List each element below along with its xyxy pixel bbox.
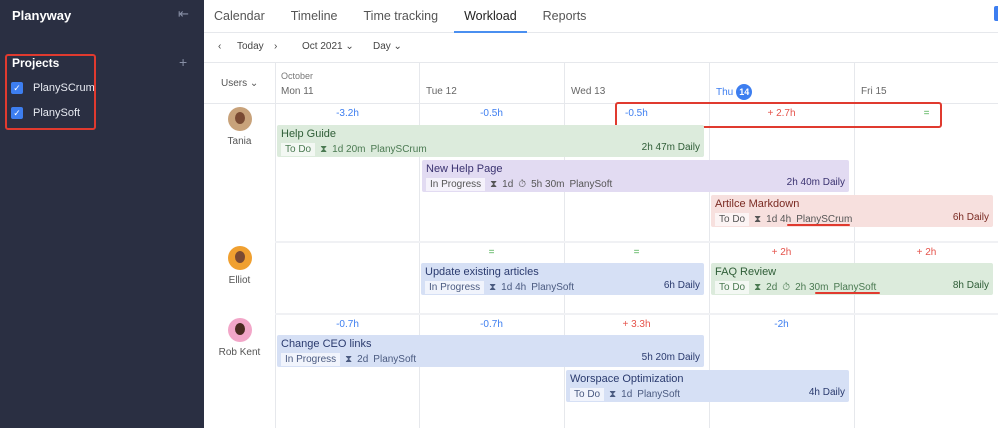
task-title: Change CEO links bbox=[281, 338, 372, 350]
avatar bbox=[227, 246, 252, 270]
action-button[interactable] bbox=[994, 6, 998, 21]
today-button[interactable]: Today bbox=[237, 41, 264, 52]
task-title: FAQ Review bbox=[715, 266, 777, 278]
toolbar: ‹ Today › Oct 2021 ⌄ Day ⌄ bbox=[204, 33, 998, 63]
user-tania: Tania bbox=[204, 107, 275, 147]
status-badge: To Do bbox=[570, 388, 605, 401]
tab-workload[interactable]: Workload bbox=[454, 0, 527, 33]
task-help-guide[interactable]: Help Guide To Do ⧗ 1d 20m PlanySCrum 2h 47m… bbox=[277, 125, 704, 157]
day-total: -3.2h bbox=[336, 108, 359, 119]
project-label: PlanySoft bbox=[569, 179, 613, 190]
task-title: Update existing articles bbox=[425, 266, 539, 278]
month-label: October bbox=[281, 71, 314, 81]
view-tabs: Calendar Timeline Time tracking Workload… bbox=[204, 0, 998, 33]
tab-reports[interactable]: Reports bbox=[533, 0, 597, 33]
timer-icon: ⏱ bbox=[518, 179, 527, 190]
day-total: -0.5h bbox=[480, 108, 503, 119]
day-total: = bbox=[633, 247, 640, 258]
tab-timeline[interactable]: Timeline bbox=[281, 0, 348, 33]
task-title: Help Guide bbox=[281, 128, 337, 140]
hourglass-icon: ⧗ bbox=[345, 354, 353, 365]
task-new-help-page[interactable]: New Help Page In Progress ⧗ 1d ⏱ 5h 30m Plany… bbox=[422, 160, 849, 192]
next-button[interactable]: › bbox=[274, 41, 277, 52]
prev-button[interactable]: ‹ bbox=[218, 41, 221, 52]
hourglass-icon: ⧗ bbox=[609, 389, 617, 400]
status-badge: In Progress bbox=[281, 353, 341, 366]
day-header-today: Thu 14 bbox=[716, 84, 753, 100]
day-total: + 2h bbox=[771, 247, 792, 258]
collapse-sidebar-icon[interactable]: ⇤ bbox=[178, 6, 189, 22]
daily-hours: 2h 47m Daily bbox=[641, 142, 700, 153]
day-header: Tue 12 bbox=[426, 86, 457, 97]
project-label: PlanySoft bbox=[637, 389, 681, 400]
project-label: PlanySCrum bbox=[370, 144, 427, 155]
day-total: -0.7h bbox=[480, 319, 503, 330]
app-logo: Planyway bbox=[12, 8, 72, 23]
user-rob-kent: Rob Kent bbox=[204, 318, 275, 358]
status-badge: To Do bbox=[281, 143, 316, 156]
day-total: + 2h bbox=[916, 247, 937, 258]
status-badge: To Do bbox=[715, 281, 750, 294]
task-title: Worspace Optimization bbox=[570, 373, 684, 385]
day-header: Fri 15 bbox=[861, 86, 887, 97]
task-title: New Help Page bbox=[426, 163, 503, 175]
view-select[interactable]: Day ⌄ bbox=[373, 41, 402, 52]
task-artilce-markdown[interactable]: Artilce Markdown To Do ⧗ 1d 4h PlanySCrum 6… bbox=[711, 195, 993, 227]
daily-hours: 6h Daily bbox=[952, 212, 989, 223]
avatar bbox=[227, 107, 252, 131]
hourglass-icon: ⧗ bbox=[490, 179, 498, 190]
status-badge: In Progress bbox=[426, 178, 486, 191]
day-header: Wed 13 bbox=[571, 86, 606, 97]
annotation-box bbox=[5, 54, 96, 130]
task-title: Artilce Markdown bbox=[715, 198, 800, 210]
annotation-underline bbox=[815, 292, 880, 294]
project-label: PlanySoft bbox=[531, 282, 575, 293]
month-select[interactable]: Oct 2021 ⌄ bbox=[302, 41, 354, 52]
day-total: -0.7h bbox=[336, 319, 359, 330]
task-worspace-optimization[interactable]: Worspace Optimization To Do ⧗ 1d PlanySoft … bbox=[566, 370, 849, 402]
hourglass-icon: ⧗ bbox=[754, 282, 762, 293]
day-total: = bbox=[488, 247, 495, 258]
status-badge: To Do bbox=[715, 213, 750, 226]
status-badge: In Progress bbox=[425, 281, 485, 294]
add-project-icon[interactable]: + bbox=[179, 54, 187, 70]
avatar bbox=[227, 318, 252, 342]
tab-time-tracking[interactable]: Time tracking bbox=[354, 0, 449, 33]
hourglass-icon: ⧗ bbox=[754, 214, 762, 225]
day-total: + 3.3h bbox=[622, 319, 651, 330]
daily-hours: 2h 40m Daily bbox=[786, 177, 845, 188]
task-update-existing-articles[interactable]: Update existing articles In Progress ⧗ 1d … bbox=[421, 263, 704, 295]
timer-icon: ⏱ bbox=[782, 282, 791, 293]
daily-hours: 4h Daily bbox=[808, 387, 845, 398]
tab-calendar[interactable]: Calendar bbox=[204, 0, 275, 33]
day-total: -2h bbox=[774, 319, 789, 330]
users-filter[interactable]: Users ⌄ bbox=[221, 78, 258, 89]
day-header: Mon 11 bbox=[281, 86, 314, 97]
task-faq-review[interactable]: FAQ Review To Do ⧗ 2d ⏱ 2h 30m PlanySoft 8h D… bbox=[711, 263, 993, 295]
project-label: PlanySoft bbox=[373, 354, 417, 365]
annotation-underline bbox=[787, 224, 850, 226]
today-badge: 14 bbox=[736, 84, 753, 100]
daily-hours: 5h 20m Daily bbox=[641, 352, 700, 363]
hourglass-icon: ⧗ bbox=[320, 144, 328, 155]
user-elliot: Elliot bbox=[204, 246, 275, 286]
daily-hours: 6h Daily bbox=[663, 280, 700, 291]
daily-hours: 8h Daily bbox=[952, 280, 989, 291]
task-change-ceo-links[interactable]: Change CEO links In Progress ⧗ 2d PlanySoft… bbox=[277, 335, 704, 367]
hourglass-icon: ⧗ bbox=[489, 282, 497, 293]
